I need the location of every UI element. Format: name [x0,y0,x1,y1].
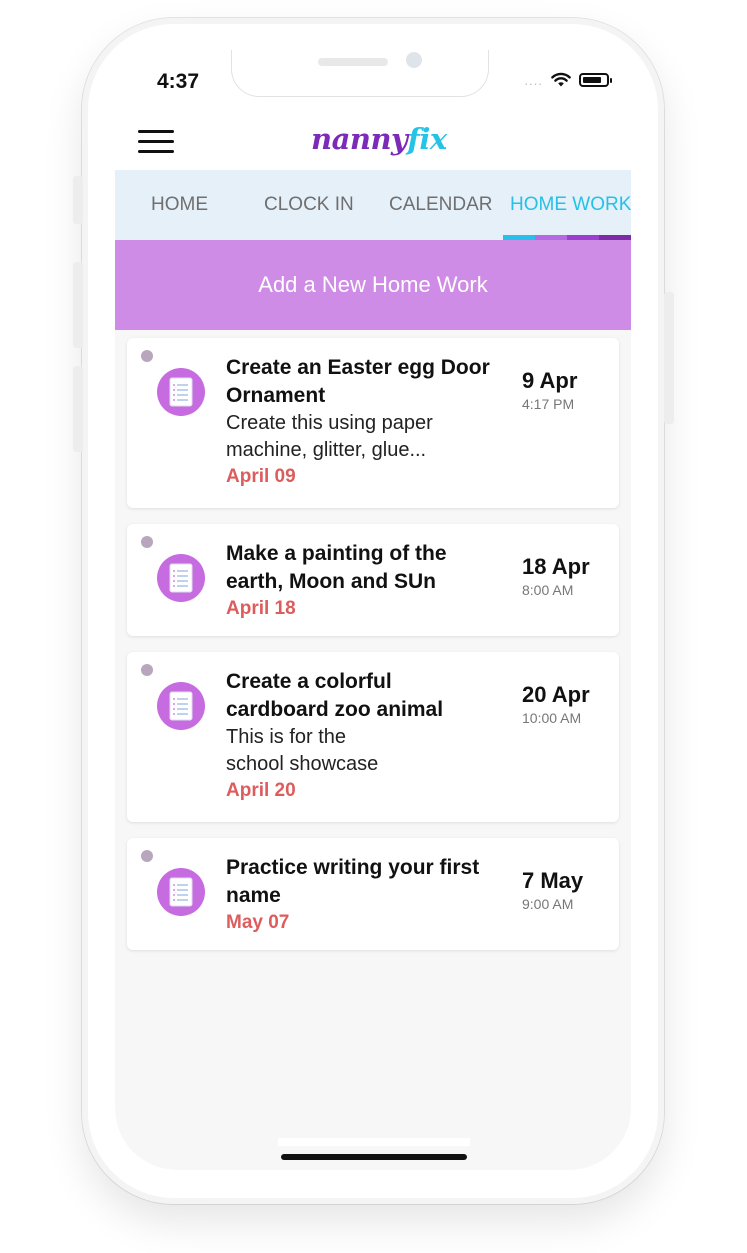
add-new-homework-button[interactable]: Add a New Home Work [115,240,631,330]
nannyfix-logo: nannyfix [311,122,447,156]
status-time: 4:37 [157,70,200,93]
home-indicator[interactable] [281,1154,467,1160]
homework-time: 8:00 AM [522,582,574,598]
homework-time: 10:00 AM [522,710,582,726]
homework-due-date: April 18 [226,598,296,619]
app-screen: 4:37 .... nannyfix HOME CLOCK IN CALENDA… [115,50,631,1170]
status-bar: 4:37 .... [115,50,631,122]
homework-description: This is for the school showcase [226,726,379,775]
homework-description: Create this using paper machine, glitter… [226,412,433,461]
front-camera [406,52,422,68]
home-indicator-backdrop [278,1138,470,1146]
homework-card[interactable]: Create a colorful cardboard zoo animal T… [127,652,619,822]
homework-due-date: April 20 [226,780,296,801]
hamburger-icon[interactable] [138,128,174,154]
logo-text-nanny: nanny [311,122,408,156]
tab-bar: HOME CLOCK IN CALENDAR HOME WORK [115,170,631,240]
logo-text-fix: fix [407,122,447,156]
power-button [664,292,674,424]
homework-document-icon [157,682,205,730]
tab-home[interactable]: HOME [151,194,208,216]
status-icons: .... [524,72,612,88]
volume-down-button [73,366,83,452]
app-header: nannyfix [115,122,631,170]
homework-due-date: April 09 [226,466,296,487]
tab-clock-in[interactable]: CLOCK IN [264,194,354,216]
homework-title: Make a painting of the earth, Moon and S… [226,542,447,593]
unread-dot [141,536,153,548]
unread-dot [141,664,153,676]
unread-dot [141,850,153,862]
homework-card[interactable]: Create an Easter egg Door Ornament Creat… [127,338,619,508]
signal-icon: .... [524,72,543,88]
unread-dot [141,350,153,362]
homework-card[interactable]: Make a painting of the earth, Moon and S… [127,524,619,636]
homework-card[interactable]: Practice writing your first name May 07 … [127,838,619,950]
mute-switch [73,176,83,224]
homework-document-icon [157,368,205,416]
homework-date: 7 May [522,868,584,893]
tab-home-work[interactable]: HOME WORK [510,194,631,216]
homework-title: Practice writing your first name [226,856,480,907]
wifi-icon [551,72,571,87]
homework-due-date: May 07 [226,912,290,933]
homework-date: 20 Apr [522,682,590,707]
battery-icon [579,73,612,87]
homework-document-icon [157,554,205,602]
notch [231,50,489,97]
homework-title: Create a colorful cardboard zoo animal [226,670,444,721]
volume-up-button [73,262,83,348]
homework-document-icon [157,868,205,916]
homework-time: 4:17 PM [522,396,575,412]
tab-calendar[interactable]: CALENDAR [389,194,492,216]
speaker-grille [318,58,388,66]
homework-date: 18 Apr [522,554,590,579]
homework-time: 9:00 AM [522,896,574,912]
homework-title: Create an Easter egg Door Ornament [226,356,490,407]
homework-date: 9 Apr [522,368,578,393]
